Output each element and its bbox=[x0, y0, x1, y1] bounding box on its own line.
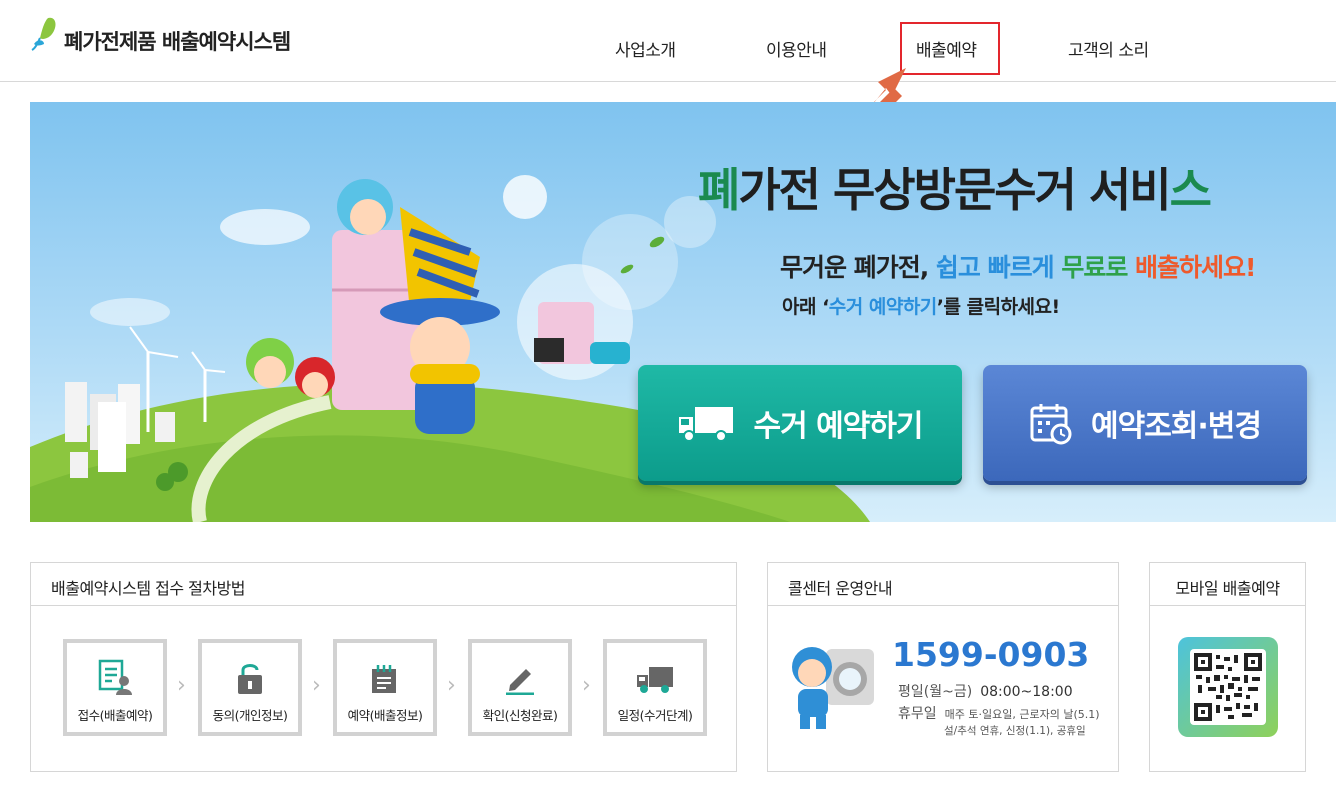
washing-machine-mascot-icon bbox=[792, 647, 874, 729]
mobile-panel: 모바일 배출예약 bbox=[1149, 562, 1306, 772]
closed-label: 휴무일 bbox=[898, 706, 937, 722]
step-agreement[interactable]: 동의(개인정보) bbox=[198, 639, 302, 736]
closed-note: 설/추석 연휴, 신정(1.1), 공휴일 bbox=[944, 725, 1086, 737]
lock-icon bbox=[202, 643, 298, 695]
qr-code[interactable] bbox=[1178, 637, 1278, 737]
instruction-part-c: ’를 클릭하세요! bbox=[936, 296, 1060, 318]
step-reception[interactable]: 접수(배출예약) bbox=[63, 639, 167, 736]
callcenter-phone[interactable]: 1599-0903 bbox=[892, 635, 1089, 674]
subline-part-b: 쉽고 빠르게 bbox=[935, 253, 1062, 282]
weekday-hours: 평일(월~금) 08:00~18:00 bbox=[898, 681, 1073, 701]
banner-headline: 폐가전 무상방문수거 서비스 bbox=[698, 154, 1212, 220]
pencil-icon bbox=[472, 643, 568, 695]
site-title: 폐가전제품 배출예약시스템 bbox=[64, 30, 291, 54]
qr-pattern-icon bbox=[1194, 653, 1262, 721]
qr-code-image bbox=[1190, 649, 1266, 725]
chevron-right-icon: › bbox=[177, 673, 186, 698]
step-reception-label: 접수(배출예약) bbox=[77, 708, 153, 723]
hero-banner: 폐가전 무상방문수거 서비스 무거운 폐가전, 쉽고 빠르게 무료로 배출하세요… bbox=[30, 102, 1336, 522]
nav-business-intro[interactable]: 사업소개 bbox=[615, 36, 676, 61]
instruction-part-b: 수거 예약하기 bbox=[828, 296, 938, 318]
headline-part-2: 가전 무상방문수거 서비 bbox=[738, 163, 1171, 217]
step-agreement-label: 동의(개인정보) bbox=[212, 708, 288, 723]
weekday-value: 08:00~18:00 bbox=[980, 684, 1073, 700]
site-logo[interactable]: 폐가전제품 배출예약시스템 bbox=[30, 12, 291, 56]
banner-subline: 무거운 폐가전, 쉽고 빠르게 무료로 배출하세요! bbox=[780, 248, 1256, 284]
notepad-icon bbox=[337, 643, 433, 695]
step-confirm[interactable]: 확인(신청완료) bbox=[468, 639, 572, 736]
closed-value: 매주 토·일요일, 근로자의 날(5.1) bbox=[944, 708, 1100, 721]
check-change-label: 예약조회·변경 bbox=[1091, 409, 1262, 444]
instruction-part-a: 아래 ‘ bbox=[782, 296, 829, 318]
site-header: 폐가전제품 배출예약시스템 사업소개 이용안내 배출예약 고객의 소리 bbox=[0, 0, 1336, 82]
weekday-label: 평일(월~금) bbox=[898, 684, 973, 700]
truck-icon bbox=[607, 643, 703, 695]
closed-days: 휴무일 매주 토·일요일, 근로자의 날(5.1) bbox=[898, 703, 1100, 723]
step-schedule-label: 일정(수거단계) bbox=[617, 708, 693, 723]
document-user-icon bbox=[67, 643, 163, 695]
truck-icon bbox=[677, 403, 735, 443]
collect-reservation-button[interactable]: 수거 예약하기 bbox=[638, 365, 962, 481]
step-reservation[interactable]: 예약(배출정보) bbox=[333, 639, 437, 736]
subline-part-a: 무거운 폐가전, bbox=[780, 253, 936, 282]
collect-reservation-label: 수거 예약하기 bbox=[753, 409, 923, 444]
headline-part-3: 스 bbox=[1169, 163, 1212, 217]
banner-instruction: 아래 ‘수거 예약하기’를 클릭하세요! bbox=[782, 292, 1060, 319]
chevron-right-icon: › bbox=[582, 673, 591, 698]
subline-part-c: 무료로 bbox=[1061, 253, 1136, 282]
step-confirm-label: 확인(신청완료) bbox=[482, 708, 558, 723]
step-schedule[interactable]: 일정(수거단계) bbox=[603, 639, 707, 736]
chevron-right-icon: › bbox=[312, 673, 321, 698]
headline-part-1: 폐 bbox=[698, 163, 740, 217]
chevron-right-icon: › bbox=[447, 673, 456, 698]
callcenter-title: 콜센터 운영안내 bbox=[768, 563, 1118, 606]
leaf-logo-icon bbox=[31, 17, 56, 51]
procedure-title: 배출예약시스템 접수 절차방법 bbox=[31, 563, 736, 606]
mobile-title: 모바일 배출예약 bbox=[1150, 563, 1305, 606]
nav-usage-guide[interactable]: 이용안내 bbox=[766, 36, 827, 61]
callcenter-panel: 콜센터 운영안내 1599-0903 평일(월~금) 08:00~18:00 휴무… bbox=[767, 562, 1119, 772]
check-change-button[interactable]: 예약조회·변경 bbox=[983, 365, 1307, 481]
step-reservation-label: 예약(배출정보) bbox=[347, 708, 423, 723]
subline-part-d: 배출하세요! bbox=[1135, 253, 1256, 282]
calendar-clock-icon bbox=[1029, 401, 1073, 445]
procedure-panel: 배출예약시스템 접수 절차방법 접수(배출예약) › 동의(개인정보) › 예약… bbox=[30, 562, 737, 772]
nav-customer-voice[interactable]: 고객의 소리 bbox=[1068, 36, 1149, 61]
